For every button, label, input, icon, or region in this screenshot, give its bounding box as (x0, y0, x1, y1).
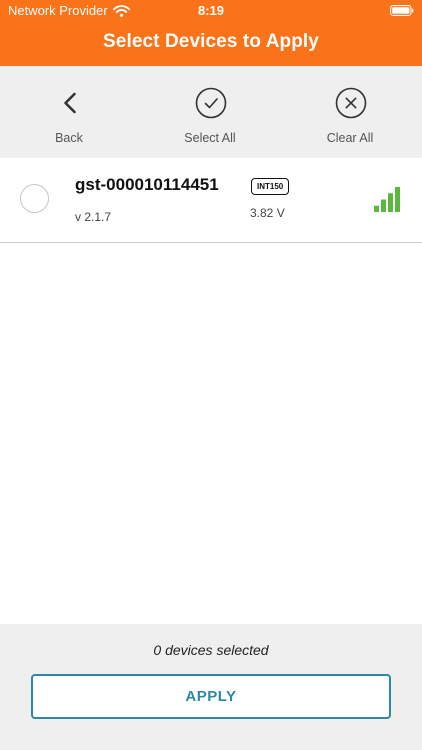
device-list: gst-000010114451 INT150 v 2.1.7 3.82 V (0, 158, 422, 624)
apply-button[interactable]: APPLY (31, 674, 391, 719)
signal-bar (381, 199, 386, 212)
footer: 0 devices selected APPLY (0, 624, 422, 750)
device-version: v 2.1.7 (75, 210, 112, 224)
clear-all-button[interactable]: Clear All (290, 66, 410, 158)
model-badge: INT150 (251, 178, 290, 195)
check-circle-icon (195, 87, 227, 119)
signal-bar (395, 187, 400, 212)
signal-bar (388, 193, 393, 212)
toolbar: Back Select All Clear All (0, 66, 422, 158)
chevron-left-icon (64, 92, 76, 114)
back-label: Back (55, 131, 83, 145)
select-all-label: Select All (184, 131, 236, 145)
device-select-radio[interactable] (20, 184, 49, 213)
back-button[interactable]: Back (9, 66, 129, 158)
device-row[interactable]: gst-000010114451 INT150 v 2.1.7 3.82 V (0, 158, 422, 243)
device-name: gst-000010114451 (75, 175, 219, 194)
status-bar: Network Provider 8:19 (0, 0, 422, 22)
status-time: 8:19 (197, 3, 225, 18)
device-voltage: 3.82 V (250, 206, 285, 220)
signal-strength-icon (374, 187, 400, 212)
select-all-button[interactable]: Select All (150, 66, 270, 158)
signal-bar (374, 205, 379, 212)
clear-all-label: Clear All (326, 131, 374, 145)
x-circle-icon (335, 87, 367, 119)
page-title: Select Devices to Apply (103, 31, 319, 52)
battery-icon (390, 5, 414, 16)
selection-count: 0 devices selected (153, 642, 269, 658)
app-header: Network Provider 8:19 Select Devices to … (0, 0, 422, 66)
